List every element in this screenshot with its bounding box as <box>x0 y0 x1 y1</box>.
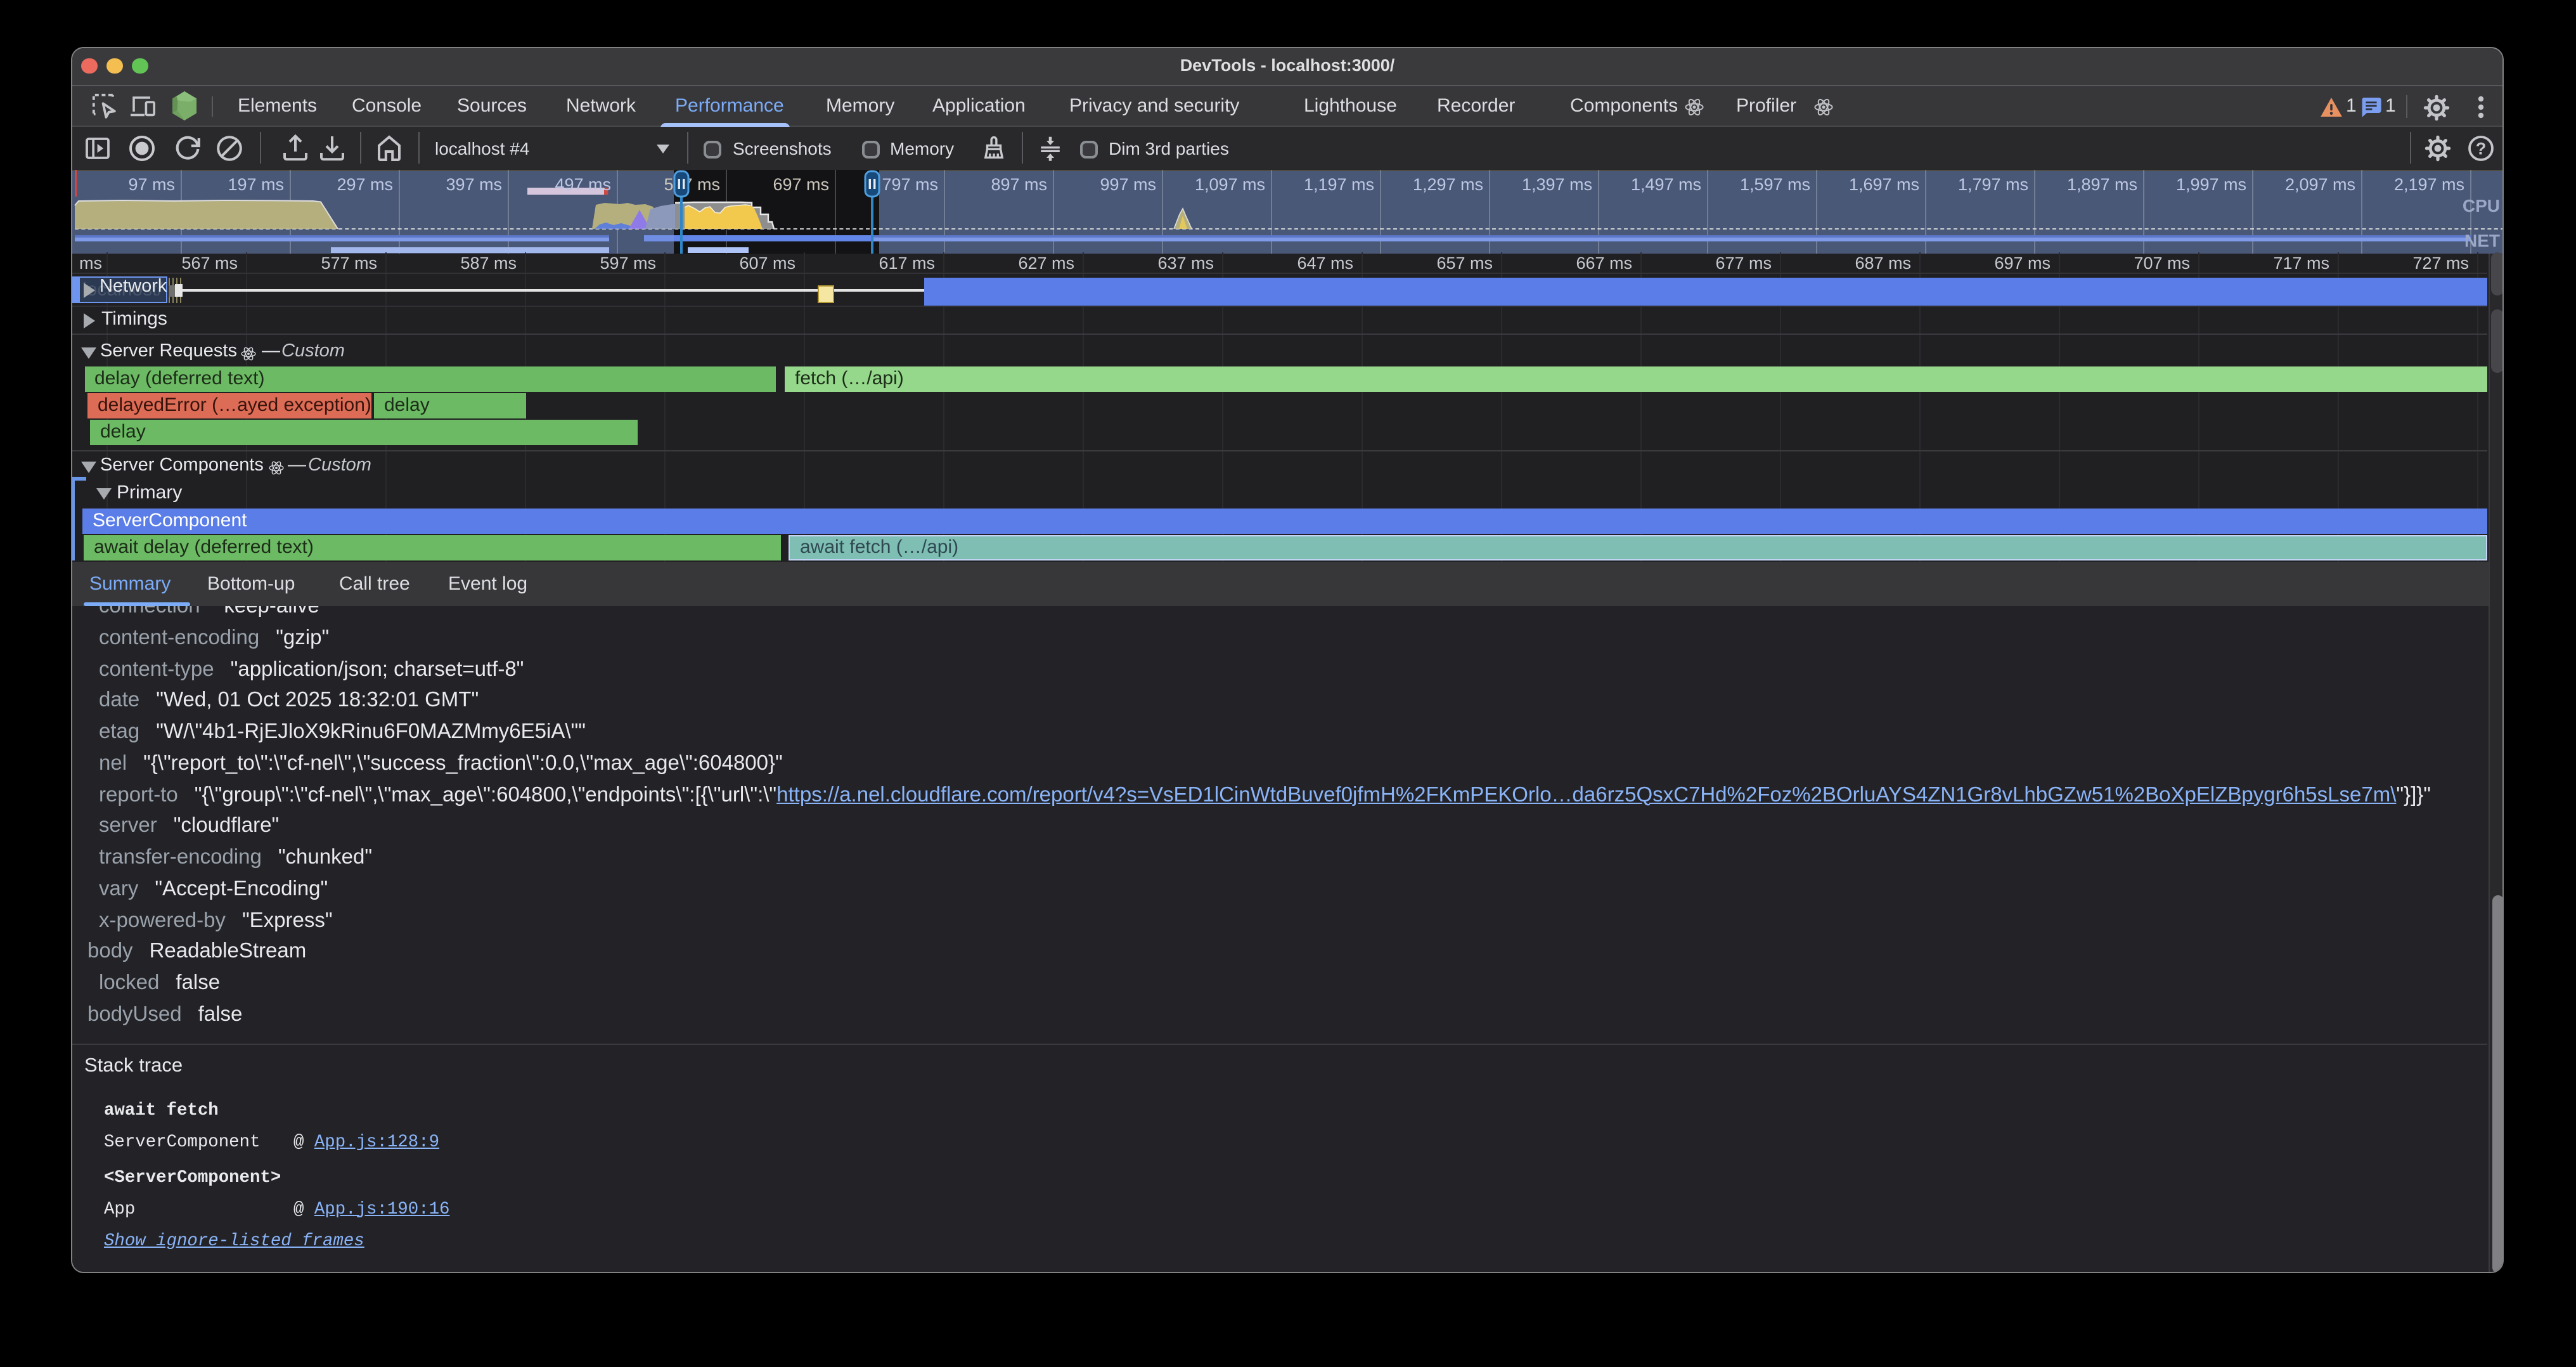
svg-text:197 ms: 197 ms <box>228 175 284 194</box>
svg-text:1,797 ms: 1,797 ms <box>1958 175 2028 194</box>
svg-text:2,197 ms: 2,197 ms <box>2394 175 2464 194</box>
svg-text:97 ms: 97 ms <box>128 175 175 194</box>
svg-text:297 ms: 297 ms <box>337 175 393 194</box>
svg-text:1,597 ms: 1,597 ms <box>1740 175 1810 194</box>
svg-text:397 ms: 397 ms <box>446 175 502 194</box>
svg-text:NET: NET <box>2464 231 2500 250</box>
svg-text:1,997 ms: 1,997 ms <box>2176 175 2246 194</box>
svg-text:497 ms: 497 ms <box>555 175 611 194</box>
svg-text:1,397 ms: 1,397 ms <box>1522 175 1592 194</box>
svg-text:1,697 ms: 1,697 ms <box>1849 175 1919 194</box>
svg-text:1,897 ms: 1,897 ms <box>2067 175 2137 194</box>
svg-text:897 ms: 897 ms <box>991 175 1047 194</box>
svg-text:1,097 ms: 1,097 ms <box>1195 175 1265 194</box>
svg-text:?: ? <box>2476 139 2487 159</box>
svg-text:597 ms: 597 ms <box>664 175 720 194</box>
svg-text:1,497 ms: 1,497 ms <box>1631 175 1701 194</box>
svg-text:1,297 ms: 1,297 ms <box>1413 175 1483 194</box>
svg-text:797 ms: 797 ms <box>882 175 938 194</box>
svg-text:997 ms: 997 ms <box>1100 175 1156 194</box>
svg-text:2,097 ms: 2,097 ms <box>2285 175 2355 194</box>
svg-text:697 ms: 697 ms <box>773 175 829 194</box>
svg-text:1,197 ms: 1,197 ms <box>1304 175 1374 194</box>
svg-text:CPU: CPU <box>2463 196 2500 216</box>
